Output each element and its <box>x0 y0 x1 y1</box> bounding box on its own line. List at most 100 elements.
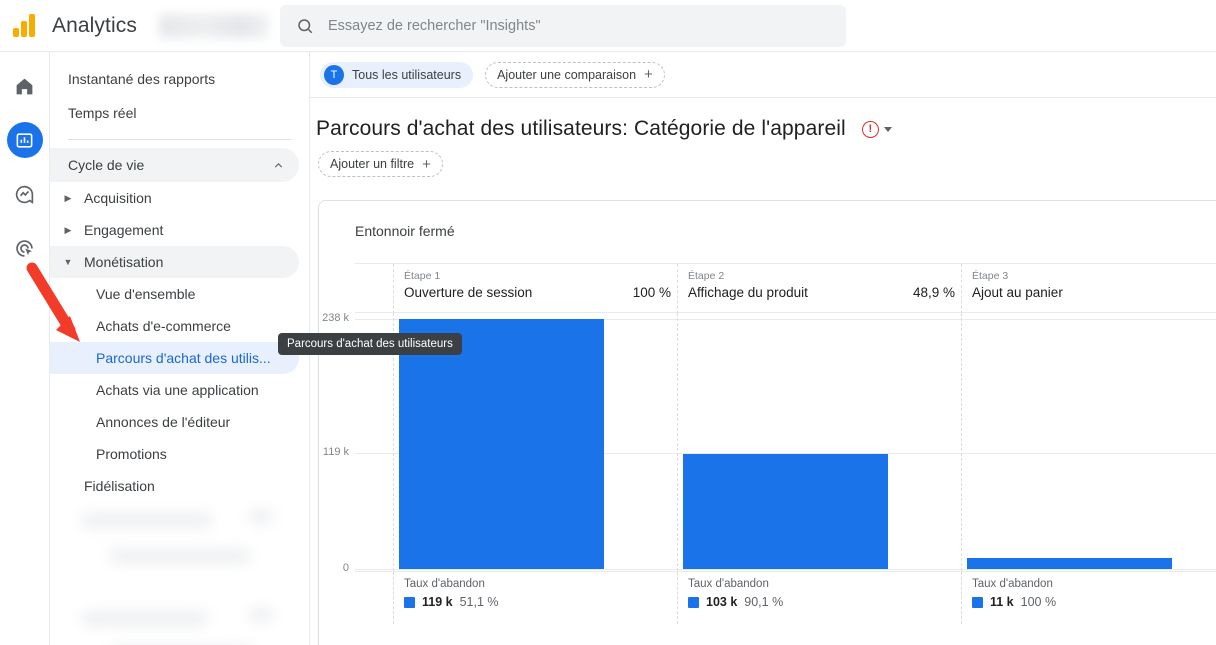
brand-title: Analytics <box>52 13 137 37</box>
sidebar-item-label: Achats via une application <box>96 382 259 398</box>
gridline-zero: 0 <box>343 562 1216 574</box>
abandonment-title: Taux d'abandon <box>688 578 769 590</box>
advertising-target-icon[interactable] <box>7 230 43 266</box>
add-comparison-label: Ajouter une comparaison <box>497 67 637 82</box>
search-input[interactable] <box>328 18 788 34</box>
card-title: Entonnoir fermé <box>355 223 455 239</box>
abandonment-row: Taux d'abandon 119 k 51,1 % Taux d'aband… <box>355 571 1216 624</box>
sidebar-item-overview[interactable]: Vue d'ensemble <box>50 278 299 310</box>
legend-swatch-icon <box>688 596 699 608</box>
abandonment-count: 103 k <box>706 595 738 609</box>
step-label: Ajout au panier <box>972 285 1063 300</box>
redacted-account-chip <box>158 13 269 38</box>
add-comparison-button[interactable]: Ajouter une comparaison + <box>485 61 665 88</box>
sidebar-item-ecommerce-purchases[interactable]: Achats d'e-commerce <box>50 310 299 342</box>
chevron-up-icon <box>274 162 283 168</box>
warning-exclamation-icon: ! <box>861 120 879 138</box>
step-header-2[interactable]: Étape 2 Affichage du produit 48,9 % <box>677 264 967 314</box>
sidebar-item-reports-snapshot[interactable]: Instantané des rapports <box>50 62 299 96</box>
legend-swatch-icon <box>972 596 983 608</box>
top-bar: Analytics <box>0 0 1216 52</box>
icon-rail <box>0 52 50 645</box>
abandonment-title: Taux d'abandon <box>972 578 1053 590</box>
step-completion: 100 % <box>632 285 671 300</box>
sidebar-item-monetisation[interactable]: ▼ Monétisation <box>50 246 299 278</box>
sidebar-divider <box>68 139 291 140</box>
reports-bar-chart-icon[interactable] <box>6 122 43 158</box>
step-number: Étape 3 <box>972 270 1009 282</box>
sidebar-item-publisher-ads[interactable]: Annonces de l'éditeur <box>50 406 299 438</box>
caret-down-icon: ▼ <box>63 257 73 267</box>
step-number: Étape 1 <box>404 270 441 282</box>
sidebar-item-label: Parcours d'achat des utilis... <box>96 350 271 366</box>
analytics-app: Analytics Essayez de rechercher "Insight… <box>0 0 1216 645</box>
add-filter-label: Ajouter un filtre <box>330 157 415 171</box>
column-divider <box>961 313 962 571</box>
plus-icon: + <box>644 66 653 83</box>
funnel-plot: 238 k 119 k 0 <box>322 312 1216 574</box>
filter-bar: Ajouter un filtre + <box>310 142 1216 177</box>
sidebar-item-label: Temps réel <box>68 105 137 121</box>
analytics-bars-icon <box>12 11 42 41</box>
home-icon[interactable] <box>7 68 43 104</box>
step-header-1[interactable]: Étape 1 Ouverture de session 100 % <box>393 264 683 314</box>
sidebar-group-label: Cycle de vie <box>68 157 145 173</box>
column-divider <box>677 313 678 571</box>
funnel-chart: Étape 1 Ouverture de session 100 % Étape… <box>319 263 1216 624</box>
step-number: Étape 2 <box>688 270 725 282</box>
funnel-bar-3[interactable] <box>967 558 1172 569</box>
sidebar-item-in-app-purchases[interactable]: Achats via une application <box>50 374 299 406</box>
abandonment-pct: 51,1 % <box>459 595 499 609</box>
segment-chip-label: Tous les utilisateurs <box>352 67 462 82</box>
abandonment-title: Taux d'abandon <box>404 578 485 590</box>
funnel-bar-1[interactable] <box>399 319 604 569</box>
plus-icon: + <box>422 155 431 173</box>
sidebar-item-promotions[interactable]: Promotions <box>50 438 299 470</box>
sidebar-group-lifecycle[interactable]: Cycle de vie <box>50 148 299 182</box>
page-title: Parcours d'achat des utilisateurs: Catég… <box>316 117 846 140</box>
abandonment-cell-1: Taux d'abandon 119 k 51,1 % <box>393 572 677 624</box>
sidebar-item-label: Engagement <box>84 222 164 238</box>
nav-tooltip: Parcours d'achat des utilisateurs <box>278 333 462 355</box>
chevron-down-icon <box>883 126 892 132</box>
caret-right-icon: ▶ <box>64 224 72 235</box>
sidebar-item-user-purchase-journey[interactable]: Parcours d'achat des utilis... <box>50 342 299 374</box>
sidebar-item-label: Annonces de l'éditeur <box>96 414 231 430</box>
sidebar-item-label: Achats d'e-commerce <box>96 318 231 334</box>
step-completion: 48,9 % <box>912 285 955 300</box>
step-label: Ouverture de session <box>404 285 533 300</box>
avatar: T <box>324 64 344 85</box>
step-label: Affichage du produit <box>688 285 808 300</box>
y-tick-label: 119 k <box>322 446 349 458</box>
y-tick-label: 238 k <box>322 312 349 324</box>
abandonment-cell-2: Taux d'abandon 103 k 90,1 % <box>677 572 961 624</box>
funnel-step-headers: Étape 1 Ouverture de session 100 % Étape… <box>355 263 1216 314</box>
sidebar-item-label: Acquisition <box>84 190 152 206</box>
step-header-3[interactable]: Étape 3 Ajout au panier 9,9 <box>961 264 1216 314</box>
sidebar-item-engagement[interactable]: ▶ Engagement <box>50 214 299 246</box>
sidebar-item-realtime[interactable]: Temps réel <box>50 96 299 130</box>
sidebar-item-label: Instantané des rapports <box>68 71 216 87</box>
search-icon <box>298 19 313 34</box>
funnel-card: Entonnoir fermé Étape 1 Ouverture de ses… <box>318 200 1216 645</box>
redacted-sidebar-section <box>50 492 309 645</box>
search-bar[interactable] <box>280 5 846 47</box>
sidebar-item-acquisition[interactable]: ▶ Acquisition <box>50 182 299 214</box>
abandonment-pct: 90,1 % <box>744 595 784 609</box>
sidebar-item-label: Monétisation <box>84 254 164 270</box>
page-header: Parcours d'achat des utilisateurs: Catég… <box>310 98 1216 142</box>
abandonment-count: 119 k <box>422 595 453 609</box>
abandonment-pct: 100 % <box>1020 595 1057 609</box>
explore-icon[interactable] <box>7 176 43 212</box>
data-warning-dropdown[interactable]: ! <box>854 116 900 142</box>
segment-chip-all-users[interactable]: T Tous les utilisateurs <box>320 61 474 88</box>
sidebar-item-label: Vue d'ensemble <box>96 286 196 302</box>
legend-swatch-icon <box>404 596 415 608</box>
sidebar-nav: Instantané des rapports Temps réel Cycle… <box>50 52 310 645</box>
comparison-bar: T Tous les utilisateurs Ajouter une comp… <box>310 52 1216 98</box>
add-filter-button[interactable]: Ajouter un filtre + <box>318 151 443 177</box>
funnel-bar-2[interactable] <box>683 454 888 569</box>
abandonment-count: 11 k <box>990 595 1014 609</box>
y-tick-label: 0 <box>342 562 349 574</box>
caret-right-icon: ▶ <box>64 192 72 203</box>
